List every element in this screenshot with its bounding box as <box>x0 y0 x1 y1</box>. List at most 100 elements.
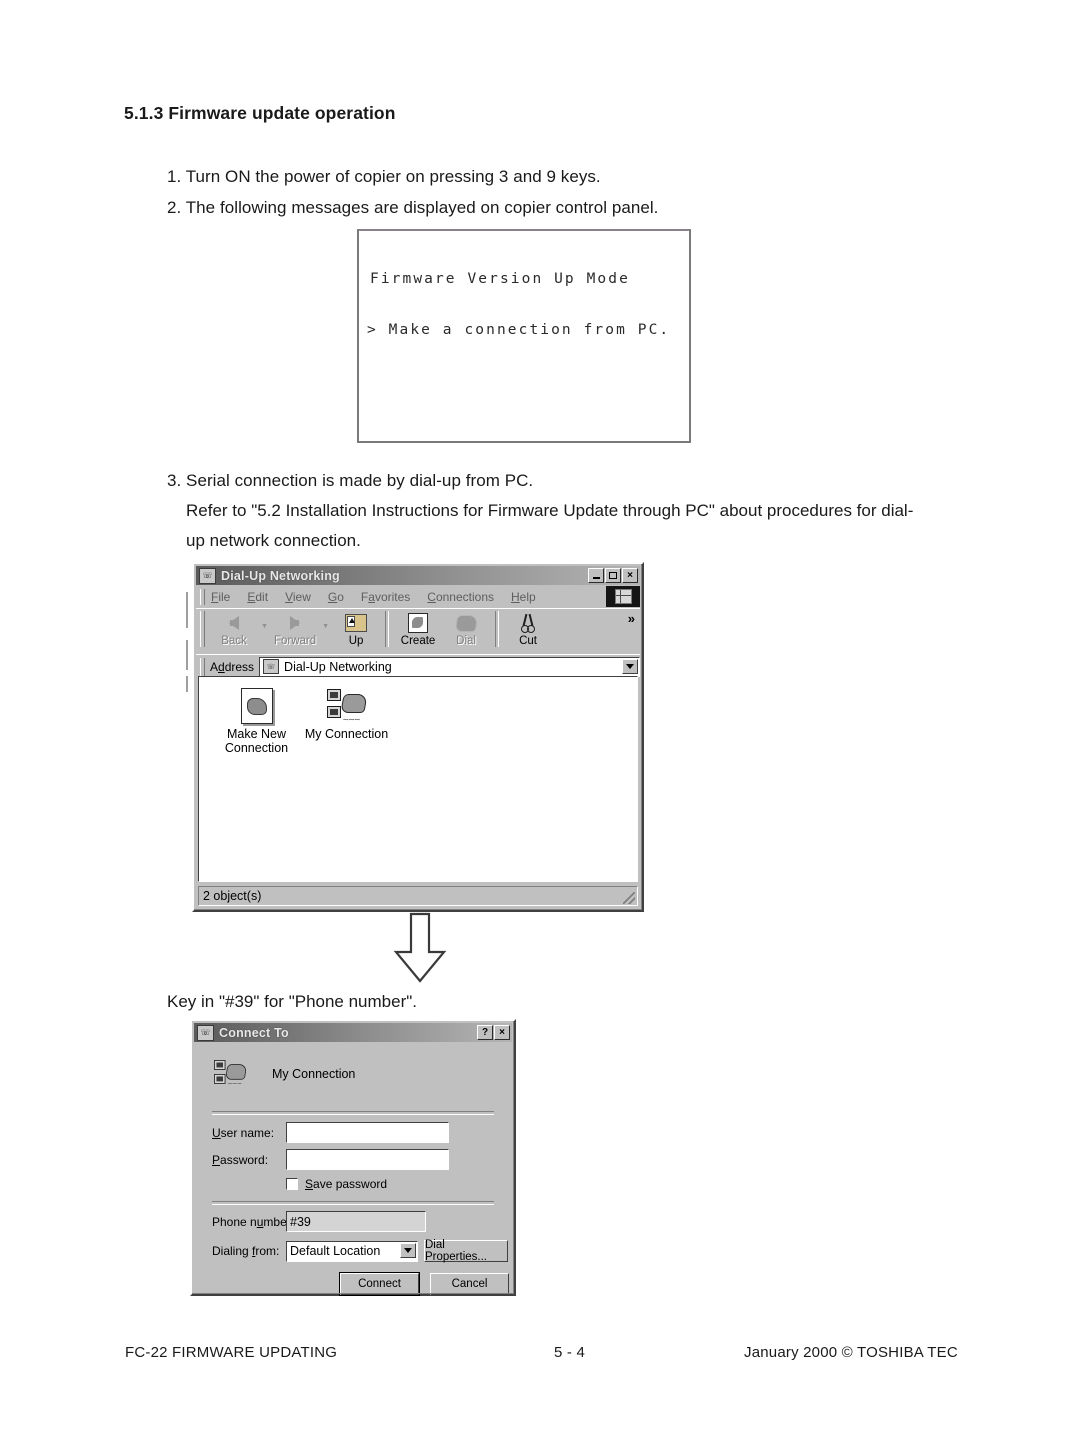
scan-artifact <box>186 592 188 628</box>
dial-properties-button[interactable]: Dial Properties... <box>424 1239 508 1263</box>
chevron-down-icon <box>404 1247 412 1253</box>
close-button[interactable]: × <box>622 568 638 583</box>
maximize-button[interactable] <box>605 568 621 583</box>
menu-item-favorites[interactable]: Favorites <box>361 590 410 604</box>
my-connection-icon: ∼∼∼ <box>299 685 394 727</box>
dialing-from-row: Dialing from: Default Location Dial Prop… <box>212 1239 512 1263</box>
toolbar-label-dial: Dial <box>456 635 476 647</box>
menu-grip[interactable] <box>200 588 205 605</box>
minimize-button[interactable] <box>588 568 604 583</box>
list-item-make-new-connection[interactable]: Make New Connection <box>209 685 304 755</box>
cancel-button[interactable]: Cancel <box>430 1273 509 1295</box>
toolbar-button-create[interactable]: Create <box>394 609 442 647</box>
toolbar-label-up: Up <box>348 635 364 647</box>
toolbar-button-dial[interactable]: Dial <box>442 609 490 647</box>
toolbar-button-cut[interactable]: Cut <box>504 609 552 647</box>
dialog-control-buttons[interactable]: ? × <box>477 1025 510 1040</box>
toolbar-button-back[interactable]: Back <box>210 609 258 647</box>
resize-grip-icon[interactable] <box>623 892 635 904</box>
dial-up-networking-window[interactable]: ☏ Dial-Up Networking × FFileile Edit Vie… <box>192 562 644 912</box>
flow-arrow-down-icon <box>390 912 450 989</box>
phone-number-label: Phone number: <box>212 1214 295 1229</box>
dialing-from-label: Dialing from: <box>212 1244 280 1258</box>
connect-button[interactable]: Connect <box>339 1272 420 1296</box>
close-icon: × <box>499 1026 505 1038</box>
password-label: Password: <box>212 1152 269 1167</box>
address-grip[interactable] <box>200 657 205 676</box>
copier-lcd-panel: Firmware Version Up Mode > Make a connec… <box>357 229 691 443</box>
forward-dropdown-icon[interactable]: ▼ <box>319 623 332 630</box>
toolbar-grip[interactable] <box>200 611 205 647</box>
make-new-connection-icon <box>209 685 304 727</box>
help-button[interactable]: ? <box>477 1025 493 1040</box>
toolbar-label-cut: Cut <box>519 635 538 647</box>
dialing-from-select[interactable]: Default Location <box>286 1240 418 1262</box>
connect-to-icon: ☏ <box>197 1024 214 1041</box>
toolbar-overflow-icon[interactable]: » <box>628 611 635 626</box>
user-name-field[interactable] <box>286 1122 449 1143</box>
menu-item-edit[interactable]: Edit <box>247 590 268 604</box>
lcd-line-2: > Make a connection from PC. <box>367 322 671 338</box>
dun-title-bar[interactable]: ☏ Dial-Up Networking × <box>196 566 640 585</box>
dun-address-bar[interactable]: Address ☏ Dial-Up Networking <box>196 654 640 678</box>
toolbar-button-up[interactable]: Up <box>332 609 380 647</box>
step-item-1: 1. Turn ON the power of copier on pressi… <box>167 167 601 186</box>
list-item-my-connection[interactable]: ∼∼∼ My Connection <box>299 685 394 741</box>
window-control-buttons[interactable]: × <box>588 568 638 583</box>
address-dropdown-button[interactable] <box>622 658 638 674</box>
footer-page-number: 5 - 4 <box>554 1344 586 1361</box>
windows-brand-logo <box>606 586 640 607</box>
menu-item-help[interactable]: Help <box>511 590 536 604</box>
dun-menu-bar[interactable]: FFileile Edit View Go Favorites Connecti… <box>196 586 640 607</box>
toolbar-label-back: Back <box>221 635 247 647</box>
my-connection-icon: ∼∼∼ <box>214 1060 248 1088</box>
key-in-caption: Key in "#39" for "Phone number". <box>167 992 418 1011</box>
save-password-label: Save password <box>305 1177 388 1191</box>
dun-toolbar[interactable]: Back ▼ Forward ▼ Up Create Dial Cut » <box>196 608 640 653</box>
menu-item-view[interactable]: View <box>285 590 311 604</box>
menu-item-connections[interactable]: Connections <box>427 590 494 604</box>
forward-arrow-icon <box>290 612 301 634</box>
user-name-row: User name: <box>212 1122 498 1143</box>
question-mark-icon: ? <box>481 1026 489 1038</box>
address-label: Address <box>210 659 255 674</box>
address-input[interactable]: ☏ Dial-Up Networking <box>259 656 640 677</box>
toolbar-separator <box>385 611 390 647</box>
step-item-3: 3. Serial connection is made by dial-up … <box>167 471 534 490</box>
maximize-icon <box>609 572 617 579</box>
password-row: Password: <box>212 1149 498 1170</box>
back-dropdown-icon[interactable]: ▼ <box>258 623 271 630</box>
minimize-icon <box>592 577 600 579</box>
dun-window-title: Dial-Up Networking <box>221 568 340 583</box>
scan-artifact <box>186 640 188 670</box>
toolbar-label-forward: Forward <box>273 635 317 647</box>
lcd-line-1: Firmware Version Up Mode <box>370 271 630 287</box>
status-text: 2 object(s) <box>203 889 262 903</box>
dun-status-bar: 2 object(s) <box>198 886 638 906</box>
scan-artifact <box>186 676 188 692</box>
connect-to-dialog[interactable]: ☏ Connect To ? × ∼∼∼ My Connection User … <box>190 1019 516 1296</box>
dialog-title-bar[interactable]: ☏ Connect To ? × <box>194 1023 512 1042</box>
menu-item-go[interactable]: Go <box>328 590 344 604</box>
phone-number-row: Phone number: #39 <box>212 1211 498 1232</box>
toolbar-label-create: Create <box>400 635 436 647</box>
dial-up-networking-icon: ☏ <box>263 659 280 674</box>
phone-number-field[interactable]: #39 <box>286 1211 426 1232</box>
dial-up-networking-icon: ☏ <box>199 567 216 584</box>
dialog-connection-name: My Connection <box>272 1067 356 1081</box>
save-password-checkbox[interactable] <box>286 1178 298 1190</box>
dun-file-list[interactable]: Make New Connection ∼∼∼ My Connection <box>198 676 638 882</box>
create-connection-icon <box>408 612 429 634</box>
dialing-from-dropdown-button[interactable] <box>400 1242 416 1258</box>
menu-item-file[interactable]: FFileile <box>211 590 230 604</box>
password-field[interactable] <box>286 1149 449 1170</box>
dialing-from-value: Default Location <box>290 1244 381 1258</box>
dialog-divider-bottom <box>212 1201 494 1205</box>
user-name-label: User name: <box>212 1125 275 1140</box>
save-password-row[interactable]: Save password <box>286 1177 387 1191</box>
back-arrow-icon <box>229 612 239 634</box>
step-item-2: 2. The following messages are displayed … <box>167 198 659 217</box>
toolbar-button-forward[interactable]: Forward <box>271 609 319 647</box>
close-button[interactable]: × <box>494 1025 510 1040</box>
refer-text-line-1: Refer to "5.2 Installation Instructions … <box>186 501 914 520</box>
